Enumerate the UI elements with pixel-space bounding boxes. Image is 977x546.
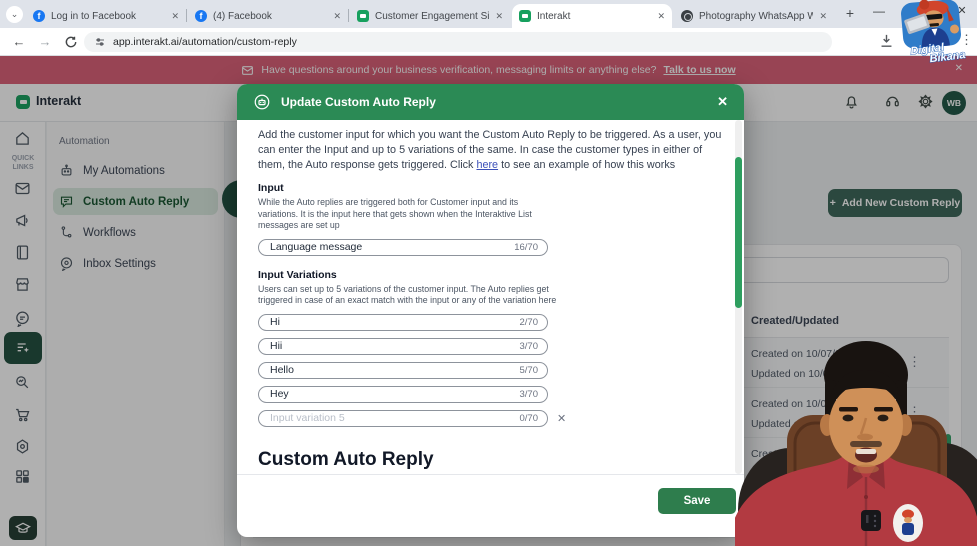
variation-field-2[interactable]: 3/70 bbox=[258, 337, 548, 355]
variation-field-4[interactable]: 3/70 bbox=[258, 385, 548, 403]
char-counter: 5/70 bbox=[519, 364, 539, 376]
facebook-favicon-icon: f bbox=[195, 10, 207, 22]
window-minimize-button[interactable]: — bbox=[872, 4, 886, 20]
modal-close-icon[interactable]: ✕ bbox=[717, 94, 728, 110]
video-favicon-icon bbox=[681, 10, 693, 22]
save-button[interactable]: Save bbox=[658, 488, 736, 514]
variation-input[interactable] bbox=[268, 339, 520, 353]
input-helper-text: While the Auto replies are triggered bot… bbox=[258, 197, 532, 230]
char-counter: 16/70 bbox=[514, 241, 538, 253]
tab-close-icon[interactable]: ✕ bbox=[171, 11, 179, 22]
new-tab-button[interactable]: + bbox=[842, 6, 858, 22]
window-close-button[interactable]: ✕ bbox=[954, 4, 970, 20]
variation-input[interactable] bbox=[268, 411, 520, 425]
input-field[interactable]: 16/70 bbox=[258, 238, 548, 256]
tab-label: Log in to Facebook bbox=[51, 10, 137, 22]
update-custom-auto-reply-modal: Update Custom Auto Reply ✕ Add the custo… bbox=[237, 84, 744, 537]
browser-tabstrip: ⌄ f Log in to Facebook ✕ f (4) Facebook … bbox=[0, 0, 977, 28]
site-settings-icon[interactable] bbox=[94, 36, 106, 48]
input-variations-label: Input Variations bbox=[258, 268, 337, 281]
interakt-favicon-icon bbox=[357, 10, 369, 22]
input-field-input[interactable] bbox=[268, 240, 515, 254]
tab-close-icon[interactable]: ✕ bbox=[819, 11, 827, 22]
variation-field-3[interactable]: 5/70 bbox=[258, 361, 548, 379]
tab-label: Customer Engagement Simplifie bbox=[375, 10, 490, 22]
address-bar[interactable]: app.interakt.ai/automation/custom-reply bbox=[84, 32, 832, 52]
variations-helper-text: Users can set up to 5 variations of the … bbox=[258, 283, 557, 306]
input-label: Input bbox=[258, 182, 284, 194]
tab-label: (4) Facebook bbox=[213, 10, 272, 22]
reload-button[interactable] bbox=[62, 33, 80, 51]
back-button[interactable]: ← bbox=[10, 33, 28, 51]
remove-variation-icon[interactable]: ✕ bbox=[557, 412, 566, 425]
tab-label: Interakt bbox=[537, 10, 571, 22]
section-title: Custom Auto Reply bbox=[258, 448, 434, 470]
char-counter: 3/70 bbox=[519, 388, 539, 400]
modal-header: Update Custom Auto Reply ✕ bbox=[237, 84, 744, 120]
modal-body: Add the customer input for which you wan… bbox=[237, 120, 744, 474]
tab-label: Photography WhatsApp Welcom bbox=[699, 10, 814, 22]
modal-footer: Save bbox=[237, 474, 744, 537]
forward-button[interactable]: → bbox=[36, 33, 54, 51]
browser-tab-interakt-active[interactable]: Interakt ✕ bbox=[512, 4, 672, 28]
tab-separator bbox=[186, 9, 187, 22]
char-counter: 2/70 bbox=[519, 316, 539, 328]
tab-search-chevron-icon[interactable]: ⌄ bbox=[6, 6, 23, 23]
url-text: app.interakt.ai/automation/custom-reply bbox=[113, 36, 297, 48]
browser-tab-customer-engagement[interactable]: Customer Engagement Simplifie ✕ bbox=[350, 4, 510, 28]
browser-tab-facebook-login[interactable]: f Log in to Facebook ✕ bbox=[26, 4, 186, 28]
browser-toolbar: ← → app.interakt.ai/automation/custom-re… bbox=[0, 28, 977, 56]
char-counter: 3/70 bbox=[519, 340, 539, 352]
variation-field-5[interactable]: 0/70 bbox=[258, 409, 548, 427]
robot-icon bbox=[254, 94, 270, 110]
interakt-favicon-icon bbox=[519, 10, 531, 22]
variation-input[interactable] bbox=[268, 387, 520, 401]
char-counter: 0/70 bbox=[519, 412, 539, 424]
browser-tab-photography[interactable]: Photography WhatsApp Welcom ✕ bbox=[674, 4, 834, 28]
tab-close-icon[interactable]: ✕ bbox=[657, 11, 665, 22]
tab-close-icon[interactable]: ✕ bbox=[333, 11, 341, 22]
browser-tab-facebook[interactable]: f (4) Facebook ✕ bbox=[188, 4, 348, 28]
tab-close-icon[interactable]: ✕ bbox=[495, 11, 503, 22]
variation-input[interactable] bbox=[268, 315, 520, 329]
presenter-webcam-overlay bbox=[735, 341, 977, 546]
modal-title: Update Custom Auto Reply bbox=[281, 95, 436, 109]
variation-input[interactable] bbox=[268, 363, 520, 377]
variation-field-1[interactable]: 2/70 bbox=[258, 313, 548, 331]
example-link[interactable]: here bbox=[476, 159, 498, 171]
modal-intro-text: Add the customer input for which you wan… bbox=[258, 129, 722, 171]
screen: ⌄ f Log in to Facebook ✕ f (4) Facebook … bbox=[0, 0, 977, 546]
tab-separator bbox=[348, 9, 349, 22]
facebook-favicon-icon: f bbox=[33, 10, 45, 22]
